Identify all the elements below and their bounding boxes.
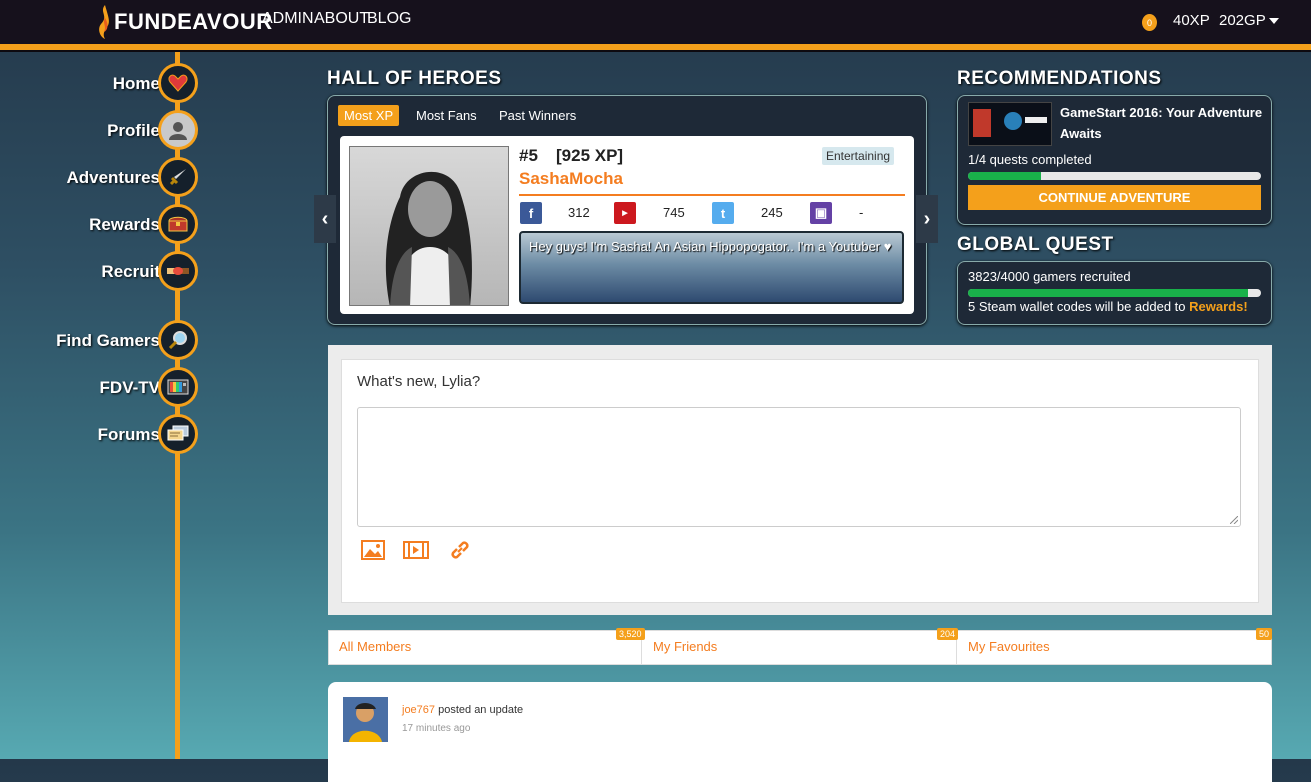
nav-admin[interactable]: ADMIN [262,10,314,28]
sidebar-item-label: Recruit [101,262,160,281]
activity-action: posted an update [438,704,524,716]
tv-icon [158,367,198,407]
hero-prev-button[interactable]: ‹ [314,195,336,243]
handshake-icon [158,251,198,291]
filter-label: All Members [339,639,412,654]
facebook-count: 312 [568,205,590,220]
sidebar-item-label: Adventures [66,168,160,187]
hero-next-button[interactable]: › [916,195,938,243]
hero-photo [349,146,509,306]
sidebar-item-fdv-tv[interactable]: FDV-TV [0,367,200,407]
magnifier-icon [158,320,198,360]
global-quest-card: 3823/4000 gamers recruited 5 Steam walle… [957,261,1272,325]
global-quest-progress-fill [968,289,1249,297]
sidebar-item-label: FDV-TV [99,378,160,397]
rewards-link[interactable]: Rewards! [1189,299,1248,314]
hero-xp: [925 XP] [556,146,624,165]
nav-about[interactable]: ABOUT [314,10,369,28]
filter-my-favourites[interactable]: My Favourites [957,630,1272,665]
filter-my-friends[interactable]: My Friends [642,630,957,665]
activity-timestamp: 17 minutes ago [402,723,471,734]
xp-counter: 40XP [1173,12,1210,29]
avatar-icon [158,110,198,150]
hero-rank: #5 [519,146,538,165]
global-quest-title: GLOBAL QUEST [957,234,1114,255]
activity-user-link[interactable]: joe767 [402,704,435,716]
logo-text: FUNDEAVOUR [114,9,273,34]
hero-name[interactable]: SashaMocha [519,169,623,189]
filter-label: My Friends [653,639,718,654]
hero-bio: Hey guys! I'm Sasha! An Asian Hippopogat… [529,239,892,254]
activity-header: joe767 posted an update [402,704,523,716]
hero-tag-badge: Entertaining [822,147,895,165]
global-quest-progress-text: 3823/4000 gamers recruited [968,269,1131,284]
twitch-count: - [859,205,864,220]
sidebar-item-find-gamers[interactable]: Find Gamers [0,320,200,360]
flame-icon [99,5,109,39]
hero-divider [519,194,905,196]
sidebar-item-label: Forums [97,425,160,444]
reward-prefix: 5 Steam wallet codes will be added to [968,299,1186,314]
sidebar-item-forums[interactable]: Forums [0,414,200,454]
tab-most-fans[interactable]: Most Fans [410,105,483,126]
tab-most-xp[interactable]: Most XP [338,105,400,126]
sidebar-item-rewards[interactable]: Rewards [0,204,200,244]
global-quest-reward-text: 5 Steam wallet codes will be added to Re… [968,299,1248,314]
link-icon[interactable] [447,538,473,562]
hall-of-heroes-title: HALL OF HEROES [327,68,502,89]
coin-badge[interactable]: 0 [1142,14,1157,31]
recommendation-card: GameStart 2016: Your Adventure Awaits 1/… [957,95,1272,225]
sword-icon [158,157,198,197]
adventure-progress-text: 1/4 quests completed [968,152,1092,167]
twitch-icon[interactable]: ▣ [810,202,832,224]
nav-blog[interactable]: BLOG [367,10,411,28]
gp-counter: 202GP [1219,12,1266,29]
adventure-progress-bar [968,172,1261,180]
youtube-icon[interactable]: ▶ [614,202,636,224]
user-menu-chevron-icon[interactable] [1269,18,1279,25]
adventure-progress-fill [968,172,1042,180]
sidebar-item-adventures[interactable]: Adventures [0,157,200,197]
twitter-icon[interactable]: t [712,202,734,224]
sidebar-item-label: Find Gamers [56,331,160,350]
adventure-title[interactable]: GameStart 2016: Your Adventure Awaits [1060,102,1265,144]
global-quest-progress-bar [968,289,1261,297]
avatar[interactable] [343,697,388,742]
heart-icon [158,63,198,103]
sidebar-item-recruit[interactable]: Recruit [0,251,200,291]
continue-adventure-button[interactable]: CONTINUE ADVENTURE [968,185,1261,210]
filter-count-badge: 3,520 [616,628,645,640]
sidebar-item-label: Profile [107,121,160,140]
navbar-accent-stripe [0,44,1311,52]
filter-count-badge: 50 [1256,628,1273,640]
sidebar-item-home[interactable]: Home [0,63,200,103]
twitter-count: 245 [761,205,783,220]
filter-label: My Favourites [968,639,1050,654]
video-icon[interactable] [403,538,429,562]
image-icon[interactable] [360,538,386,562]
chat-icon [158,414,198,454]
sidebar-item-label: Rewards [89,215,160,234]
site-logo[interactable]: FUNDEAVOUR [96,2,273,42]
post-prompt: What's new, Lylia? [357,373,481,390]
facebook-icon[interactable]: f [520,202,542,224]
filter-count-badge: 204 [937,628,959,640]
resize-handle-icon[interactable] [1230,516,1238,524]
hero-bio-box: Hey guys! I'm Sasha! An Asian Hippopogat… [519,231,904,304]
recommendations-title: RECOMMENDATIONS [957,68,1162,89]
post-textarea[interactable] [357,407,1241,527]
treasure-chest-icon [158,204,198,244]
sidebar-item-profile[interactable]: Profile [0,110,200,150]
adventure-thumbnail[interactable] [968,102,1052,146]
filter-all-members[interactable]: All Members [328,630,642,665]
sidebar-item-label: Home [112,74,160,93]
tab-past-winners[interactable]: Past Winners [493,105,582,126]
youtube-count: 745 [663,205,685,220]
